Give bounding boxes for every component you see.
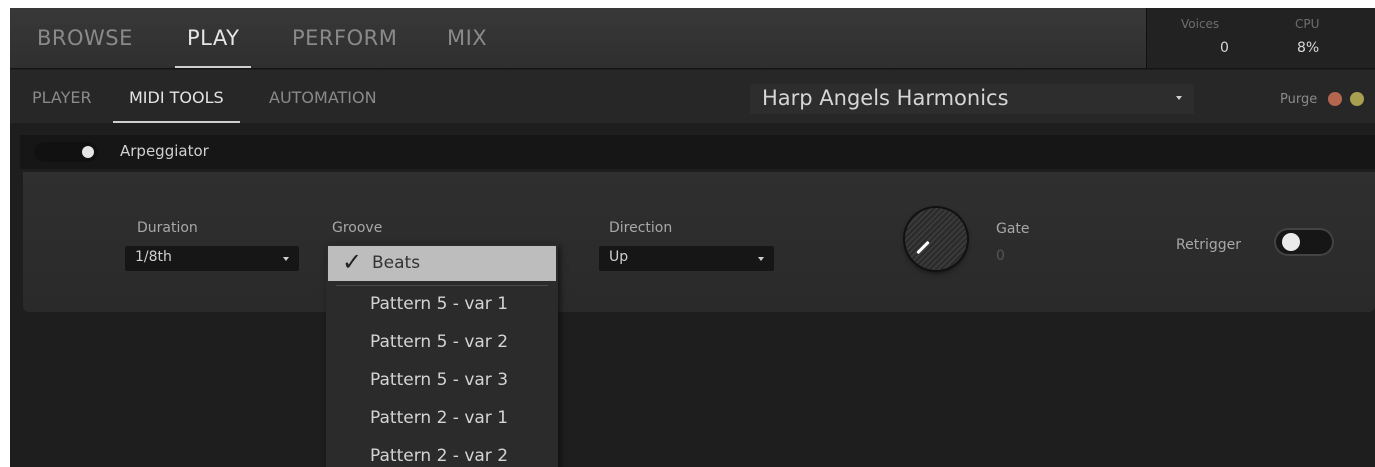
knob-pointer-icon bbox=[916, 240, 930, 255]
direction-label: Direction bbox=[609, 220, 673, 236]
tab-perform[interactable]: PERFORM bbox=[292, 8, 397, 68]
menu-item-selected[interactable]: ✓ Beats bbox=[328, 246, 556, 281]
chevron-down-icon bbox=[758, 257, 764, 261]
menu-item[interactable]: Pattern 5 - var 3 bbox=[370, 370, 508, 390]
gate-value: 0 bbox=[996, 248, 1005, 264]
menu-divider bbox=[336, 285, 548, 286]
duration-dropdown[interactable]: 1/8th bbox=[125, 246, 299, 271]
stats-panel: Voices 0 CPU 8% bbox=[1146, 8, 1375, 68]
cpu-label: CPU bbox=[1295, 17, 1320, 31]
direction-value: Up bbox=[609, 249, 629, 265]
gate-label: Gate bbox=[996, 221, 1030, 237]
app-window: BROWSE PLAY PERFORM MIX Voices 0 CPU 8% … bbox=[10, 8, 1375, 467]
toggle-knob-icon bbox=[82, 146, 94, 158]
arpeggiator-enable-toggle[interactable] bbox=[34, 142, 98, 162]
menu-item[interactable]: Pattern 5 - var 2 bbox=[370, 332, 508, 352]
main-tab-bar: BROWSE PLAY PERFORM MIX Voices 0 CPU 8% bbox=[10, 8, 1375, 69]
arpeggiator-title: Arpeggiator bbox=[120, 142, 209, 160]
preset-selector[interactable]: Harp Angels Harmonics bbox=[750, 84, 1194, 114]
tab-play[interactable]: PLAY bbox=[174, 8, 252, 68]
checkmark-icon: ✓ bbox=[342, 248, 363, 276]
tab-mix[interactable]: MIX bbox=[447, 8, 487, 68]
groove-dropdown-menu: ✓ Beats Pattern 5 - var 1 Pattern 5 - va… bbox=[326, 244, 558, 467]
tab-automation[interactable]: AUTOMATION bbox=[269, 70, 377, 123]
retrigger-toggle[interactable] bbox=[1274, 228, 1334, 256]
voices-value: 0 bbox=[1220, 40, 1229, 56]
tab-player[interactable]: PLAYER bbox=[32, 70, 92, 123]
retrigger-label: Retrigger bbox=[1176, 237, 1241, 253]
gate-knob[interactable] bbox=[905, 208, 967, 270]
groove-selected-label: Beats bbox=[372, 253, 421, 273]
tab-browse[interactable]: BROWSE bbox=[37, 8, 133, 68]
menu-item[interactable]: Pattern 2 - var 1 bbox=[370, 408, 508, 428]
purge-label: Purge bbox=[1280, 92, 1318, 107]
purge-led-icon[interactable] bbox=[1328, 92, 1342, 106]
groove-label: Groove bbox=[332, 220, 383, 236]
preset-name: Harp Angels Harmonics bbox=[762, 86, 1009, 110]
cpu-value: 8% bbox=[1297, 40, 1320, 56]
chevron-down-icon bbox=[1176, 96, 1182, 100]
duration-label: Duration bbox=[137, 220, 198, 236]
menu-item[interactable]: Pattern 5 - var 1 bbox=[370, 294, 508, 314]
voices-label: Voices bbox=[1181, 17, 1220, 31]
chevron-down-icon bbox=[283, 257, 289, 261]
status-led-icon[interactable] bbox=[1350, 92, 1364, 106]
menu-item[interactable]: Pattern 2 - var 2 bbox=[370, 446, 508, 466]
direction-dropdown[interactable]: Up bbox=[599, 246, 774, 271]
tab-midi-tools[interactable]: MIDI TOOLS bbox=[113, 70, 240, 123]
toggle-knob-icon bbox=[1282, 233, 1300, 251]
duration-value: 1/8th bbox=[135, 249, 172, 265]
arpeggiator-panel bbox=[23, 172, 1375, 312]
arpeggiator-header: Arpeggiator bbox=[20, 135, 1375, 169]
